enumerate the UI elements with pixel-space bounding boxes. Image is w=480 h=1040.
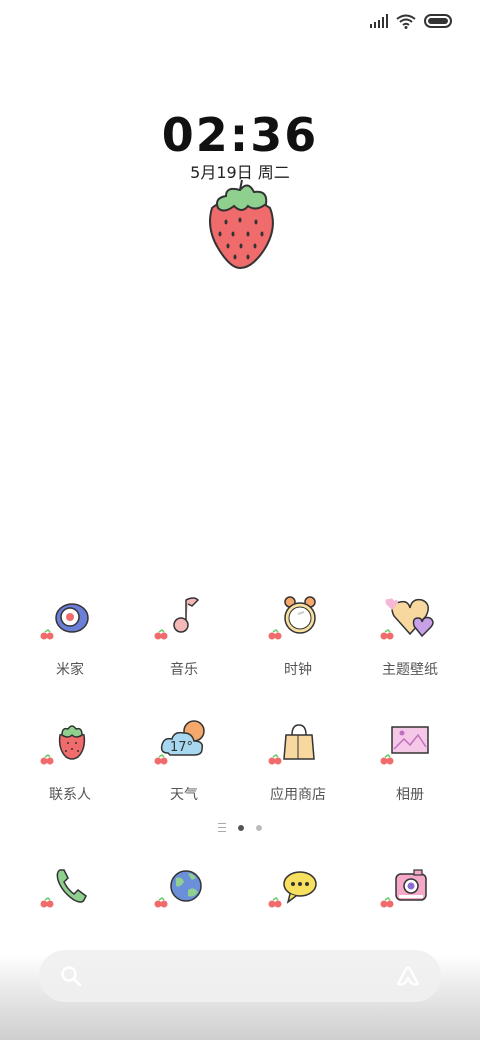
page-indicator[interactable]	[0, 823, 480, 832]
app-label: 天气	[170, 787, 198, 803]
camera-icon	[380, 869, 427, 908]
app-gallery[interactable]: 相册	[350, 713, 470, 804]
phone-icon	[40, 869, 87, 908]
search-icon[interactable]	[59, 964, 83, 988]
battery-icon	[424, 14, 452, 28]
app-clock[interactable]: 时钟	[238, 588, 358, 679]
alarm-clock-icon	[268, 596, 316, 640]
app-themes[interactable]: 主题壁纸	[350, 588, 470, 679]
dock-messages[interactable]	[238, 856, 358, 916]
status-bar	[370, 10, 454, 32]
clock-time[interactable]: 02:36	[0, 108, 480, 162]
app-weather[interactable]: 17° 天气	[124, 713, 244, 804]
wifi-icon	[396, 14, 416, 29]
app-label: 音乐	[170, 662, 198, 678]
app-label: 主题壁纸	[382, 662, 438, 678]
app-music[interactable]: 音乐	[124, 588, 244, 679]
dock-camera[interactable]	[350, 856, 470, 916]
app-label: 时钟	[284, 662, 312, 678]
dock-browser[interactable]	[124, 856, 244, 916]
app-contacts[interactable]: 联系人	[10, 713, 130, 804]
app-label: 米家	[56, 662, 84, 678]
app-mijia[interactable]: 米家	[10, 588, 130, 679]
shopping-bag-icon	[268, 724, 315, 765]
page-dot[interactable]	[256, 824, 262, 831]
page-dot-active[interactable]	[238, 824, 244, 831]
message-bubble-icon	[268, 871, 317, 908]
signal-icon	[370, 14, 388, 28]
strawberry-illustration	[209, 179, 274, 270]
globe-browser-icon	[154, 870, 202, 908]
app-label: 相册	[396, 787, 424, 803]
weather-temp: 17°	[170, 740, 193, 755]
list-view-icon[interactable]	[218, 823, 226, 832]
app-store[interactable]: 应用商店	[238, 713, 358, 804]
music-icon	[154, 597, 200, 640]
app-label: 联系人	[49, 787, 91, 803]
dock-phone[interactable]	[10, 856, 130, 916]
strawberry-contact-icon	[40, 725, 86, 765]
mijia-icon	[40, 603, 89, 640]
photo-frame-icon	[380, 726, 429, 765]
hearts-theme-icon	[380, 598, 434, 640]
search-bar[interactable]	[39, 950, 441, 1002]
assistant-icon[interactable]	[395, 964, 421, 988]
app-label: 应用商店	[270, 787, 326, 803]
weather-cloud-icon: 17°	[154, 720, 205, 765]
